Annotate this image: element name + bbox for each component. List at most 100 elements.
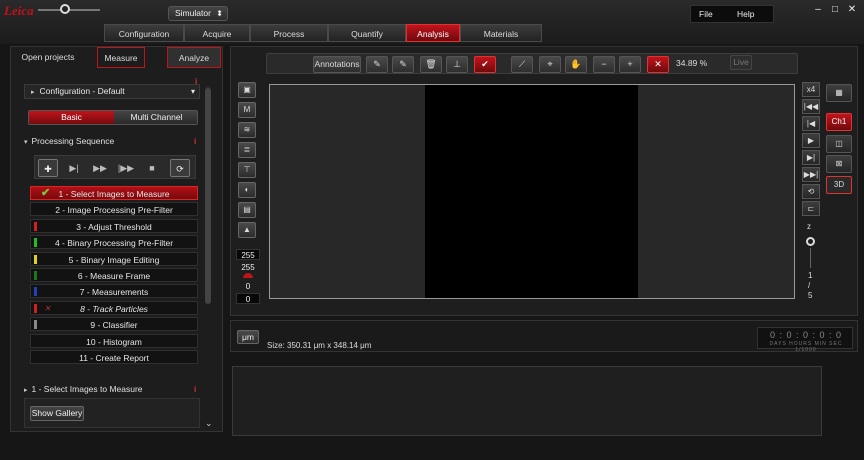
line-measure-icon[interactable]: ⟋ bbox=[511, 56, 533, 73]
live-button[interactable]: Live bbox=[730, 55, 752, 70]
maximize-icon[interactable]: □ bbox=[829, 4, 841, 16]
sequence-step-label: 10 - Histogram bbox=[86, 336, 142, 347]
level-max-value[interactable]: 255 bbox=[236, 249, 260, 260]
exposure-slider-knob[interactable] bbox=[60, 4, 70, 14]
delete-icon[interactable]: 🗑 bbox=[420, 56, 442, 73]
layers-icon[interactable]: ≋ bbox=[238, 122, 256, 138]
menu-help[interactable]: Help bbox=[737, 9, 754, 19]
layers-stack-icon[interactable]: ◫ bbox=[826, 135, 852, 153]
fit-to-window-icon[interactable]: ✕ bbox=[647, 56, 669, 73]
loop-icon[interactable]: ⟲ bbox=[802, 184, 820, 199]
split-view-icon[interactable]: ⊠ bbox=[826, 155, 852, 173]
step-forward-icon[interactable]: ▶| bbox=[64, 159, 84, 177]
fast-forward-icon[interactable]: ▶▶ bbox=[90, 159, 110, 177]
histogram-icon[interactable]: ▲ bbox=[238, 222, 256, 238]
channel-1-button[interactable]: Ch1 bbox=[826, 113, 852, 131]
checkmark-icon: ✔ bbox=[41, 187, 51, 199]
chevron-down-icon: ▾ bbox=[190, 87, 195, 96]
level-offset-value[interactable]: 0 bbox=[236, 293, 260, 304]
sequence-step-7[interactable]: 7 - Measurements bbox=[30, 284, 198, 299]
annotations-button[interactable]: Annotations bbox=[313, 56, 361, 73]
simulator-select[interactable]: Simulator ⬍ bbox=[168, 6, 228, 21]
tab-open-projects[interactable]: Open projects bbox=[13, 47, 83, 68]
tab-analyze[interactable]: Analyze bbox=[167, 47, 221, 68]
stack-icon[interactable]: ≣ bbox=[238, 142, 256, 158]
z-slider-knob[interactable] bbox=[806, 237, 815, 246]
zoom-in-icon[interactable]: + bbox=[619, 56, 641, 73]
z-slider-track[interactable] bbox=[810, 248, 811, 268]
sequence-step-4[interactable]: 4 - Binary Processing Pre-Filter bbox=[30, 235, 198, 250]
timer-labels: DAYS HOURS MIN SEC 1/1000 bbox=[769, 341, 843, 353]
info-icon[interactable]: i bbox=[194, 137, 199, 146]
draw-all-icon[interactable]: ✎ bbox=[392, 56, 414, 73]
sequence-step-1[interactable]: ✔ 1 - Select Images to Measure bbox=[30, 186, 198, 200]
sequence-step-3[interactable]: 3 - Adjust Threshold bbox=[30, 218, 198, 233]
close-icon[interactable]: ✕ bbox=[846, 4, 858, 16]
step-section-label: 1 - Select Images to Measure bbox=[31, 384, 143, 394]
pan-hand-icon[interactable]: ✋ bbox=[565, 56, 587, 73]
tab-materials[interactable]: Materials bbox=[460, 24, 542, 42]
sequence-step-label: 5 - Binary Image Editing bbox=[68, 254, 160, 265]
skip-start-icon[interactable]: |◀◀ bbox=[802, 99, 820, 114]
sequence-step-label: 4 - Binary Processing Pre-Filter bbox=[54, 238, 174, 249]
skip-end-icon[interactable]: ▶▶| bbox=[802, 167, 820, 182]
unit-button[interactable]: μm bbox=[237, 330, 259, 344]
step-color-marker bbox=[34, 320, 37, 330]
3d-view-button[interactable]: 3D bbox=[826, 176, 852, 194]
basic-button[interactable]: Basic bbox=[29, 111, 114, 124]
menu-file[interactable]: File bbox=[699, 9, 713, 19]
select-region-icon[interactable]: ▣ bbox=[238, 82, 256, 98]
show-gallery-button[interactable]: Show Gallery bbox=[30, 406, 84, 421]
refresh-icon[interactable]: ⟳ bbox=[170, 159, 190, 177]
overlay-toggle-icon[interactable]: ✔ bbox=[474, 56, 496, 73]
step-back-icon[interactable]: |◀ bbox=[802, 116, 820, 131]
sequence-step-8[interactable]: ✕ 8 - Track Particles bbox=[30, 300, 198, 315]
minimize-icon[interactable]: – bbox=[812, 4, 824, 16]
sequence-step-5[interactable]: 5 - Binary Image Editing bbox=[30, 251, 198, 266]
sequence-step-2[interactable]: 2 - Image Processing Pre-Filter bbox=[30, 202, 198, 217]
configuration-header[interactable]: ▸ Configuration - Default ▾ bbox=[24, 84, 200, 99]
zoom-out-icon[interactable]: − bbox=[593, 56, 615, 73]
bounce-icon[interactable]: ⊏ bbox=[802, 201, 820, 216]
ruler-icon[interactable]: ⊥ bbox=[446, 56, 468, 73]
level-slider-icon[interactable] bbox=[243, 273, 253, 278]
sequence-toolbar: ✚ ▶| ▶▶ |▶▶ ■ ⟳ bbox=[34, 155, 196, 179]
info-icon[interactable]: i bbox=[195, 77, 200, 86]
step-section-header[interactable]: ▸ 1 - Select Images to Measure bbox=[24, 382, 202, 396]
mask-icon[interactable]: M bbox=[238, 102, 256, 118]
step-color-marker bbox=[34, 254, 37, 264]
tab-quantify[interactable]: Quantify bbox=[328, 24, 406, 42]
channel-grid-icon[interactable]: ▦ bbox=[826, 84, 852, 102]
z-label: z bbox=[807, 222, 811, 231]
sequence-step-label: 11 - Create Report bbox=[79, 353, 149, 363]
run-all-icon[interactable]: |▶▶ bbox=[116, 159, 136, 177]
z-position-total: 5 bbox=[808, 291, 813, 300]
tab-measure[interactable]: Measure bbox=[97, 47, 145, 68]
left-panel-scroll-thumb[interactable] bbox=[205, 88, 211, 304]
processing-sequence-header[interactable]: ▾ Processing Sequence bbox=[24, 134, 202, 148]
tab-configuration[interactable]: Configuration bbox=[104, 24, 184, 42]
sequence-step-11[interactable]: 11 - Create Report bbox=[30, 350, 198, 364]
tab-acquire[interactable]: Acquire bbox=[184, 24, 250, 42]
lut-icon[interactable]: ▤ bbox=[238, 202, 256, 218]
stop-icon[interactable]: ■ bbox=[142, 159, 162, 177]
play-icon[interactable]: ▶ bbox=[802, 133, 820, 148]
step-forward-icon[interactable]: ▶| bbox=[802, 150, 820, 165]
contrast-icon[interactable]: ◐ bbox=[238, 182, 256, 198]
level-min-value: 0 bbox=[245, 282, 251, 291]
draw-tool-icon[interactable]: ✎ bbox=[366, 56, 388, 73]
sequence-step-10[interactable]: 10 - Histogram bbox=[30, 333, 198, 348]
sequence-step-label: 3 - Adjust Threshold bbox=[76, 221, 152, 232]
tab-process[interactable]: Process bbox=[250, 24, 328, 42]
tab-analysis[interactable]: Analysis bbox=[406, 24, 460, 42]
sequence-step-9[interactable]: 9 - Classifier bbox=[30, 317, 198, 332]
speed-x4-button[interactable]: x4 bbox=[802, 82, 820, 97]
sequence-step-6[interactable]: 6 - Measure Frame bbox=[30, 268, 198, 282]
crosshair-icon[interactable]: ⌖ bbox=[539, 56, 561, 73]
info-icon[interactable]: i bbox=[194, 385, 199, 394]
results-panel bbox=[232, 366, 822, 436]
add-step-icon[interactable]: ✚ bbox=[38, 159, 58, 177]
multi-channel-button[interactable]: Multi Channel bbox=[114, 111, 197, 124]
chevron-down-icon[interactable]: ⌄ bbox=[205, 418, 213, 429]
threshold-icon[interactable]: ⊤ bbox=[238, 162, 256, 178]
